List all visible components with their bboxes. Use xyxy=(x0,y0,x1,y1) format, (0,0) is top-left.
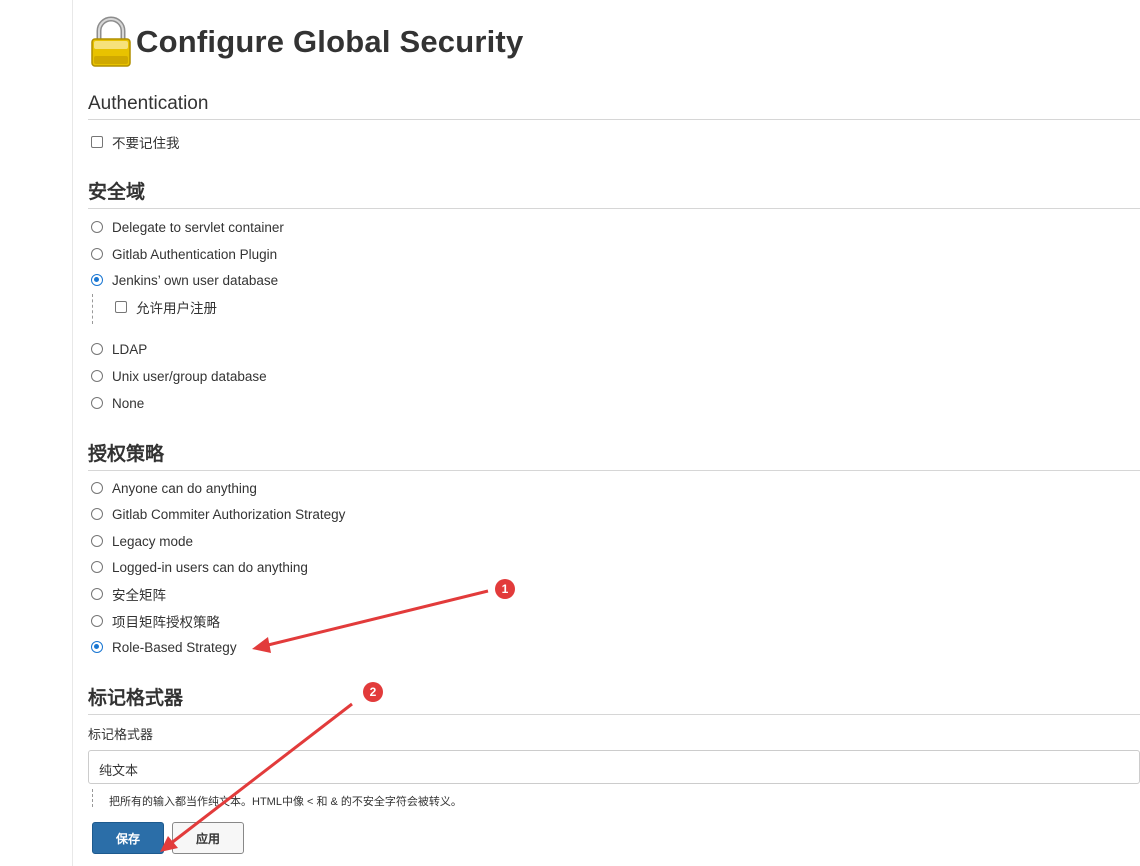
auth-option-label: 安全矩阵 xyxy=(112,588,166,603)
auth-radio-legacy[interactable] xyxy=(91,535,103,547)
authorization-header: 授权策略 xyxy=(88,439,1140,471)
auth-radio-gitlab[interactable] xyxy=(91,508,103,520)
auth-option-label: Legacy mode xyxy=(112,533,194,549)
auth-radio-anyone[interactable] xyxy=(91,482,103,494)
markup-formatter-header: 标记格式器 xyxy=(88,683,1140,715)
auth-option-anyone[interactable]: Anyone can do anything xyxy=(91,479,257,497)
main-content: Configure Global Security Authentication… xyxy=(88,0,1140,866)
lock-icon xyxy=(91,16,131,67)
remember-me-checkbox[interactable] xyxy=(91,136,103,148)
realm-option-label: Unix user/group database xyxy=(112,368,267,384)
auth-radio-project-matrix[interactable] xyxy=(91,615,103,627)
auth-option-gitlab[interactable]: Gitlab Commiter Authorization Strategy xyxy=(91,505,345,523)
allow-signup-label: 允许用户注册 xyxy=(136,301,217,316)
realm-option-jenkins-db[interactable]: Jenkins’ own user database xyxy=(91,271,278,289)
realm-radio-servlet[interactable] xyxy=(91,221,103,233)
page-title: Configure Global Security xyxy=(136,24,524,59)
realm-option-label: None xyxy=(112,395,145,411)
realm-radio-jenkins-db[interactable] xyxy=(91,274,103,286)
annotation-badge-1: 1 xyxy=(495,579,515,599)
left-sidebar xyxy=(0,0,73,866)
remember-me-label: 不要记住我 xyxy=(112,136,180,151)
nested-indent-bar xyxy=(92,294,93,324)
auth-radio-logged-in[interactable] xyxy=(91,561,103,573)
auth-option-label: Gitlab Commiter Authorization Strategy xyxy=(112,506,346,522)
realm-option-label: Jenkins’ own user database xyxy=(112,272,279,288)
auth-option-label: Anyone can do anything xyxy=(112,480,257,496)
realm-option-servlet[interactable]: Delegate to servlet container xyxy=(91,218,284,236)
auth-radio-matrix[interactable] xyxy=(91,588,103,600)
auth-radio-role-based[interactable] xyxy=(91,641,103,653)
save-button[interactable]: 保存 xyxy=(92,822,164,854)
auth-option-label: 项目矩阵授权策略 xyxy=(112,615,220,630)
annotation-badge-2: 2 xyxy=(363,682,383,702)
auth-option-matrix[interactable]: 安全矩阵 xyxy=(91,585,166,603)
realm-radio-gitlab[interactable] xyxy=(91,248,103,260)
authentication-header: Authentication xyxy=(88,93,1140,120)
help-indent-bar xyxy=(92,789,93,807)
apply-button[interactable]: 应用 xyxy=(172,822,244,854)
realm-radio-ldap[interactable] xyxy=(91,343,103,355)
realm-radio-unix[interactable] xyxy=(91,370,103,382)
realm-option-ldap[interactable]: LDAP xyxy=(91,340,147,358)
markup-formatter-label: 标记格式器 xyxy=(88,727,154,742)
remember-me-option[interactable]: 不要记住我 xyxy=(91,133,180,151)
auth-option-logged-in[interactable]: Logged-in users can do anything xyxy=(91,558,308,576)
realm-radio-none[interactable] xyxy=(91,397,103,409)
realm-option-label: Gitlab Authentication Plugin xyxy=(112,246,278,262)
realm-option-unix[interactable]: Unix user/group database xyxy=(91,367,267,385)
security-realm-header: 安全域 xyxy=(88,177,1140,209)
realm-option-label: Delegate to servlet container xyxy=(112,219,284,235)
markup-formatter-help: 把所有的输入都当作纯文本。HTML中像 < 和 & 的不安全字符会被转义。 xyxy=(109,796,462,808)
auth-option-role-based[interactable]: Role-Based Strategy xyxy=(91,638,237,656)
allow-signup-option[interactable]: 允许用户注册 xyxy=(115,298,217,316)
auth-option-label: Role-Based Strategy xyxy=(112,639,237,655)
realm-option-gitlab[interactable]: Gitlab Authentication Plugin xyxy=(91,245,277,263)
auth-option-label: Logged-in users can do anything xyxy=(112,559,308,575)
auth-option-legacy[interactable]: Legacy mode xyxy=(91,532,193,550)
realm-option-none[interactable]: None xyxy=(91,394,144,412)
auth-option-project-matrix[interactable]: 项目矩阵授权策略 xyxy=(91,612,220,630)
markup-formatter-select[interactable]: 纯文本 xyxy=(88,750,1140,784)
page-header: Configure Global Security xyxy=(88,14,523,70)
allow-signup-checkbox[interactable] xyxy=(115,301,127,313)
realm-option-label: LDAP xyxy=(112,341,148,357)
